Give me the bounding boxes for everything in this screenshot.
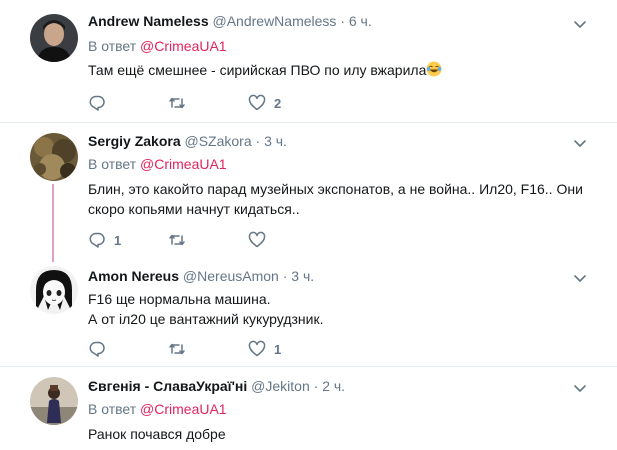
retweet-button[interactable]	[168, 339, 194, 359]
tweet-text: Блин, это какойто парад музейных экспона…	[88, 181, 583, 217]
timestamp[interactable]: 3 ч.	[291, 268, 314, 284]
timestamp[interactable]: 6 ч.	[349, 13, 372, 29]
user-handle[interactable]: @AndrewNameless	[213, 13, 337, 29]
retweet-icon	[169, 97, 185, 109]
reply-button[interactable]	[88, 339, 114, 359]
like-icon	[248, 231, 266, 248]
reply-prefix: В ответ	[88, 156, 137, 172]
retweet-icon	[169, 234, 185, 246]
reply-to-link[interactable]: @CrimeaUA1	[140, 401, 227, 417]
tweet-text-line: F16 ще нормальна машина.	[88, 291, 271, 307]
reply-count: 1	[114, 232, 122, 248]
reply-button[interactable]: 1	[88, 230, 121, 250]
tweet-header: Amon Nereus @NereusAmon · 3 ч.	[88, 267, 314, 285]
reply-context: В ответ @CrimeaUA1	[88, 37, 227, 55]
tweet-header: Andrew Nameless @AndrewNameless · 6 ч.	[88, 12, 372, 30]
user-handle[interactable]: @NereusAmon	[183, 268, 279, 284]
tweet-text-content: Там ещё смешнее - сирийская ПВО по илу в…	[88, 62, 427, 78]
like-button[interactable]: 1	[248, 339, 281, 359]
avatar[interactable]	[30, 377, 78, 425]
like-button[interactable]	[248, 230, 274, 250]
chevron-down-icon[interactable]	[572, 135, 588, 151]
tweet-amon[interactable]: Amon Nereus @NereusAmon · 3 ч. F16 ще но…	[0, 258, 617, 366]
tweet-text-line: А от іл20 це вантажний кукурудзник.	[88, 311, 324, 327]
display-name[interactable]: Sergiy Zakora	[88, 133, 181, 149]
like-button[interactable]: 2	[248, 93, 281, 113]
reply-icon	[89, 232, 105, 248]
tweet-text: F16 ще нормальна машина. А от іл20 це ва…	[88, 289, 593, 329]
retweet-button[interactable]	[168, 230, 194, 250]
avatar[interactable]	[30, 266, 78, 314]
like-icon	[248, 94, 266, 111]
like-count: 1	[274, 341, 282, 357]
laughing-emoji-icon	[426, 61, 442, 77]
tweet-text: Там ещё смешнее - сирийская ПВО по илу в…	[88, 60, 593, 80]
display-name[interactable]: Andrew Nameless	[88, 13, 209, 29]
user-handle[interactable]: @SZakora	[185, 133, 252, 149]
user-handle[interactable]: @Jekiton	[251, 378, 310, 394]
chevron-down-icon[interactable]	[572, 16, 588, 32]
tweet-header: Sergiy Zakora @SZakora · 3 ч.	[88, 132, 287, 150]
timestamp[interactable]: 3 ч.	[264, 133, 287, 149]
display-name[interactable]: Євгенія - СлаваУкраї'ні	[88, 378, 247, 394]
reply-to-link[interactable]: @CrimeaUA1	[140, 156, 227, 172]
separator-dot: ·	[340, 13, 345, 29]
tweet-sergiy[interactable]: Sergiy Zakora @SZakora · 3 ч. В ответ @C…	[0, 123, 617, 258]
reply-prefix: В ответ	[88, 401, 137, 417]
reply-icon	[89, 341, 105, 357]
thread-connector	[52, 184, 54, 262]
tweet-header: Євгенія - СлаваУкраї'ні @Jekiton · 2 ч.	[88, 377, 345, 395]
reply-context: В ответ @CrimeaUA1	[88, 155, 227, 173]
reply-prefix: В ответ	[88, 38, 137, 54]
tweet-text: Ранок почався добре	[88, 426, 226, 442]
reply-context: В ответ @CrimeaUA1	[88, 400, 227, 418]
display-name[interactable]: Amon Nereus	[88, 268, 179, 284]
separator-dot: ·	[313, 378, 319, 394]
reply-button[interactable]	[88, 93, 114, 113]
separator-dot: ·	[255, 133, 261, 149]
tweet-yevheniia[interactable]: Євгенія - СлаваУкраї'ні @Jekiton · 2 ч. …	[0, 367, 617, 450]
timestamp[interactable]: 2 ч.	[322, 378, 345, 394]
chevron-down-icon[interactable]	[572, 270, 588, 286]
retweet-icon	[169, 343, 185, 355]
chevron-down-icon[interactable]	[572, 380, 588, 396]
avatar[interactable]	[30, 133, 78, 181]
separator-dot: ·	[282, 268, 288, 284]
like-icon	[248, 340, 266, 357]
tweet-andrew[interactable]: Andrew Nameless @AndrewNameless · 6 ч. В…	[0, 0, 617, 122]
like-count: 2	[274, 95, 282, 111]
reply-icon	[89, 95, 105, 111]
reply-to-link[interactable]: @CrimeaUA1	[140, 38, 227, 54]
avatar[interactable]	[30, 14, 78, 62]
retweet-button[interactable]	[168, 93, 194, 113]
